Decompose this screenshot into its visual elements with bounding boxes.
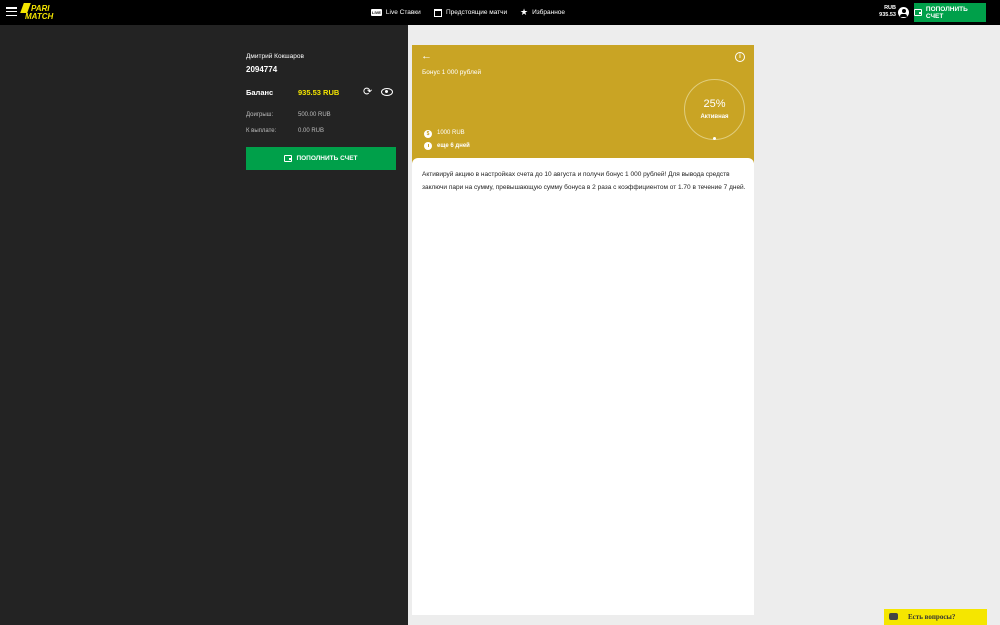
header-deposit-button[interactable]: ПОПОЛНИТЬ СЧЕТ [914, 3, 986, 22]
account-username: Дмитрий Кокшаров [246, 53, 304, 60]
back-arrow-icon[interactable]: ← [421, 51, 432, 62]
bonus-amount: 1000 RUB [437, 130, 465, 136]
account-id: 2094774 [246, 65, 278, 74]
top-header: PARI MATCH LIVE Live Ставки Предстоящие … [0, 0, 1000, 25]
calendar-icon [434, 8, 442, 17]
deposit-button[interactable]: ПОПОЛНИТЬ СЧЕТ [246, 147, 396, 170]
header-balance[interactable]: RUB 935.53 [874, 5, 896, 19]
nav-favorites-label: Избранное [532, 9, 566, 16]
bonus-status: Активная [700, 114, 729, 120]
wallet-icon [284, 155, 293, 162]
coin-icon: $ [424, 130, 432, 138]
progress-percent: 25% [703, 98, 726, 110]
bonus-description: Активируй акцию в настройках счета до 10… [422, 171, 746, 191]
bonus-card-body [412, 158, 754, 615]
nav-upcoming-label: Предстоящие матчи [446, 9, 508, 16]
wager-value: 500.00 RUB [298, 112, 331, 118]
timer-icon [424, 142, 432, 150]
header-deposit-label: ПОПОЛНИТЬ СЧЕТ [925, 5, 968, 20]
chat-icon [889, 613, 898, 620]
wager-label: Доигрыш: [246, 112, 274, 118]
nav-favorites[interactable]: ★ Избранное [520, 0, 565, 25]
eye-icon[interactable] [381, 88, 393, 96]
bonus-title: Бонус 1 000 рублей [422, 69, 482, 76]
header-balance-value: 935.53 [879, 12, 896, 18]
account-panel [0, 25, 408, 625]
nav-live-label: Live Ставки [385, 9, 421, 16]
deposit-button-label: ПОПОЛНИТЬ СЧЕТ [296, 155, 358, 162]
menu-icon[interactable] [6, 7, 17, 17]
payout-label: К выплате: [246, 128, 277, 134]
star-icon: ★ [520, 7, 529, 17]
bonus-time-left: еще 6 дней [437, 143, 470, 149]
user-icon[interactable] [898, 7, 909, 18]
wallet-icon [914, 9, 922, 16]
chat-widget[interactable]: Есть вопросы? [884, 609, 987, 625]
logo-text-bottom: MATCH [25, 12, 54, 21]
live-icon: LIVE [371, 9, 382, 16]
balance-value: 935.53 RUB [298, 88, 340, 97]
parimatch-logo[interactable]: PARI MATCH [20, 3, 68, 22]
nav-live-bets[interactable]: LIVE Live Ставки [371, 0, 421, 25]
chat-label: Есть вопросы? [908, 613, 956, 621]
payout-value: 0.00 RUB [298, 128, 325, 134]
progress-indicator [713, 137, 716, 140]
nav-upcoming-matches[interactable]: Предстоящие матчи [434, 0, 507, 25]
header-currency: RUB [884, 5, 896, 11]
info-icon[interactable]: i [735, 52, 745, 62]
balance-label: Баланс [246, 88, 274, 97]
refresh-icon[interactable]: ⟳ [363, 87, 372, 98]
